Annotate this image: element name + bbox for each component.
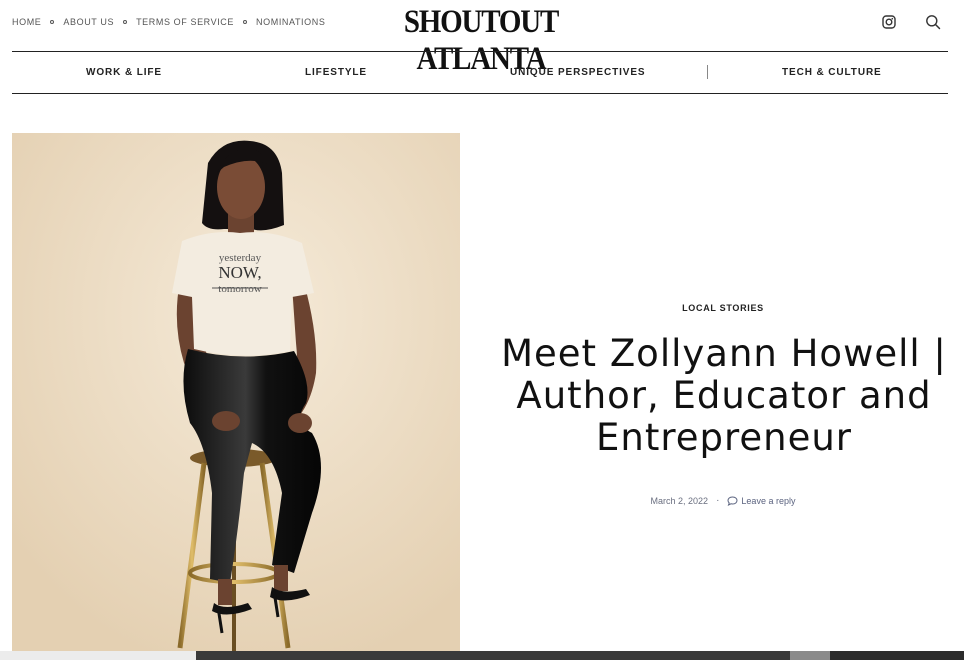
nav-item-tech-and-culture[interactable]: TECH & CULTURE (782, 67, 882, 78)
shirt-text-now: NOW, (218, 263, 261, 282)
article-meta: March 2, 2022 · Leave a reply (600, 495, 846, 506)
top-link-nominations[interactable]: NOMINATIONS (256, 17, 325, 27)
portrait-illustration: yesterday NOW, tomorrow (12, 133, 460, 653)
featured-image[interactable]: yesterday NOW, tomorrow (12, 133, 460, 653)
preview-block (0, 651, 196, 660)
shirt-text-tomorrow: tomorrow (218, 283, 261, 295)
preview-block (196, 651, 790, 660)
meta-separator: · (716, 495, 720, 506)
article-date[interactable]: March 2, 2022 (651, 496, 709, 506)
article-title: Meet Zollyann Howell | Author, Educator … (501, 332, 947, 459)
preview-block (790, 651, 830, 660)
separator-dot (50, 20, 55, 24)
top-bar: HOME ABOUT US TERMS OF SERVICE NOMINATIO… (0, 0, 964, 77)
top-link-terms-of-service[interactable]: TERMS OF SERVICE (136, 17, 234, 27)
nav-item-unique-perspectives[interactable]: UNIQUE PERSPECTIVES (510, 67, 645, 78)
comment-icon (727, 495, 738, 506)
next-row-preview (0, 651, 964, 660)
top-link-home[interactable]: HOME (12, 17, 41, 27)
nav-item-work-and-life[interactable]: WORK & LIFE (86, 67, 162, 78)
separator-dot (243, 20, 248, 24)
top-links: HOME ABOUT US TERMS OF SERVICE NOMINATIO… (12, 17, 325, 27)
nav-item-lifestyle[interactable]: LIFESTYLE (305, 67, 367, 78)
separator-dot (123, 20, 128, 24)
leave-reply-link[interactable]: Leave a reply (727, 496, 795, 506)
search-icon[interactable] (925, 14, 943, 32)
nav-divider (707, 65, 708, 79)
leave-reply-label: Leave a reply (741, 495, 796, 506)
preview-block (830, 651, 964, 660)
article-category[interactable]: LOCAL STORIES (605, 303, 841, 313)
nav-bottom-rule (12, 93, 948, 94)
instagram-icon[interactable] (881, 14, 899, 32)
top-link-about-us[interactable]: ABOUT US (63, 17, 114, 27)
main-nav: WORK & LIFE LIFESTYLE UNIQUE PERSPECTIVE… (12, 52, 948, 92)
